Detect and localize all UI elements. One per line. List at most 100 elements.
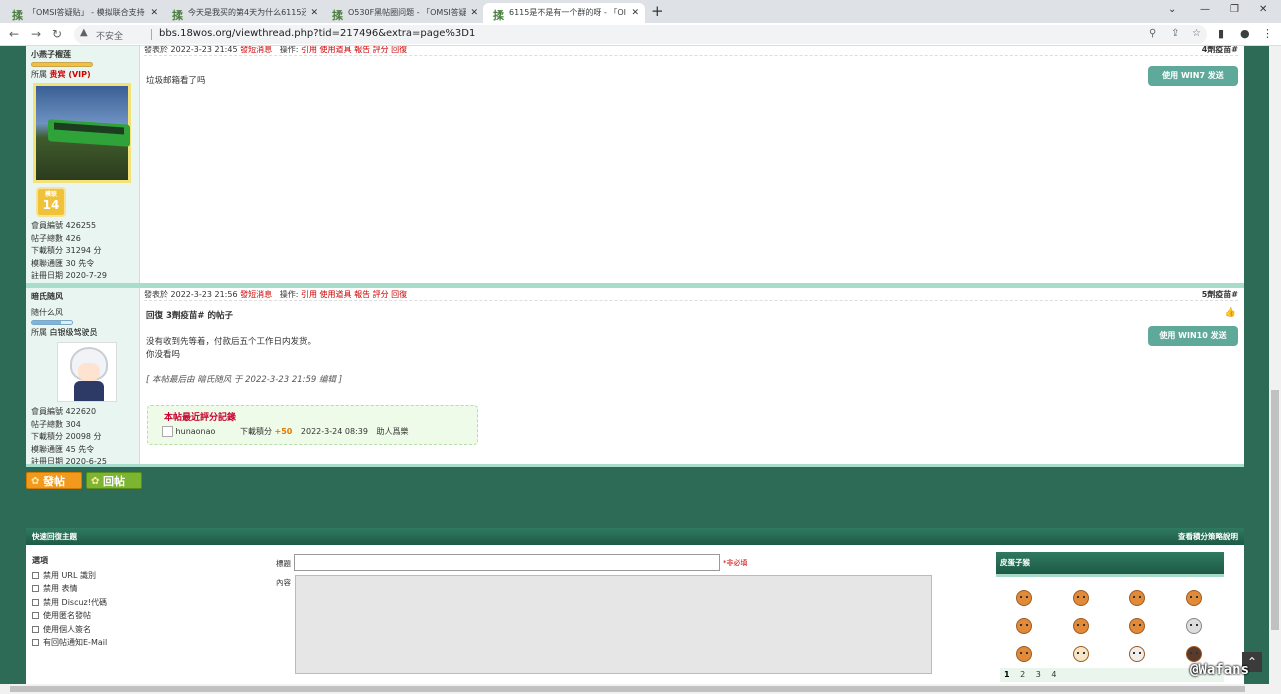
- browser-tab[interactable]: 揉「OMSI答疑贴」 - 模拟联合支持 ✕: [2, 3, 164, 23]
- zoom-icon[interactable]: ⚲: [1149, 28, 1156, 39]
- subject-input[interactable]: [294, 554, 720, 571]
- smiley-icon[interactable]: [1016, 646, 1032, 662]
- options-list: 選項 禁用 URL 識別 禁用 表情 禁用 Discuz!代碼 使用匿名發帖 使…: [32, 554, 107, 650]
- floor-number[interactable]: 4劑疫苗#: [1202, 46, 1238, 55]
- quick-reply-box: 快速回復主題 查看積分策略說明 選項 禁用 URL 識別 禁用 表情 禁用 Dis…: [26, 528, 1244, 684]
- back-icon[interactable]: ←: [9, 27, 19, 41]
- forward-icon[interactable]: →: [31, 27, 41, 41]
- required-note: *非必填: [723, 559, 748, 567]
- forum-post: 暗氏随风 随什么风 所属 白银级驾驶员 會員編號 422620 帖子總數 304…: [26, 288, 1244, 466]
- forum-post: 小燕子榴莲 所属 贵宾 (VIP) 模联 14 會員編號 426255 帖子總數 …: [26, 46, 1244, 283]
- credit-bar: [31, 62, 93, 67]
- post-body: 發表於 2022-3-23 21:45 發短消息 操作: 引用 使用道具 報告 …: [140, 46, 1244, 283]
- site-favicon-icon: 揉: [493, 9, 504, 22]
- post-meta: 發表於 2022-3-23 21:56 發短消息 操作: 引用 使用道具 報告 …: [144, 289, 1238, 301]
- reload-icon[interactable]: ↻: [52, 27, 62, 41]
- smiley-icon[interactable]: [1186, 646, 1202, 662]
- close-tab-icon[interactable]: ✕: [150, 3, 158, 23]
- credit-bar: [31, 320, 73, 325]
- avatar[interactable]: [33, 83, 131, 183]
- send-win7-button[interactable]: 使用 WIN7 发送: [1148, 66, 1238, 86]
- post-text: 没有收到先等着，付款后五个工作日内发货。: [146, 337, 317, 347]
- quick-reply-header: 快速回復主題 查看積分策略說明: [26, 528, 1244, 545]
- side-panel-icon[interactable]: ▮: [1218, 27, 1224, 40]
- bookmark-star-icon[interactable]: ☆: [1192, 28, 1201, 39]
- author-name[interactable]: 小燕子榴莲: [31, 49, 134, 60]
- browser-tab[interactable]: 揉今天是我买的第4天为什么6115还 ✕: [162, 3, 324, 23]
- share-icon[interactable]: ⇪: [1171, 28, 1179, 39]
- download-credits: 31294 分: [65, 246, 102, 255]
- rating-log: 本帖最近評分記錄 hunaonao 下載積分 +50 2022-3-24 08:…: [147, 405, 478, 445]
- insecure-label[interactable]: 不安全: [96, 29, 123, 42]
- vertical-scrollbar[interactable]: [1269, 46, 1281, 684]
- new-tab-button[interactable]: +: [651, 2, 664, 20]
- author-signature: 随什么风: [31, 308, 63, 317]
- avatar[interactable]: [57, 342, 117, 402]
- author-group: 所属 白银级驾驶员: [31, 328, 98, 337]
- close-tab-icon[interactable]: ✕: [310, 3, 318, 23]
- address-bar[interactable]: ▲ 不安全 bbs.18wos.org/viewthread.php?tid=2…: [74, 25, 1207, 44]
- option-checkbox[interactable]: 有回帖通知E-Mail: [32, 636, 107, 650]
- level-badge: 模联 14: [36, 187, 66, 217]
- author-name[interactable]: 暗氏随风: [31, 291, 134, 302]
- member-id: 422620: [65, 407, 97, 416]
- edit-note: [ 本帖最后由 暗氏随风 于 2022-3-23 21:59 编辑 ]: [146, 375, 343, 385]
- pm-link[interactable]: 發短消息: [240, 46, 272, 54]
- author-panel: 小燕子榴莲 所属 贵宾 (VIP) 模联 14 會員編號 426255 帖子總數 …: [26, 46, 140, 283]
- smiley-icon[interactable]: [1016, 590, 1032, 606]
- post-body: 發表於 2022-3-23 21:56 發短消息 操作: 引用 使用道具 報告 …: [140, 288, 1244, 464]
- smiley-icon[interactable]: [1186, 618, 1202, 634]
- content-textarea[interactable]: [295, 575, 932, 674]
- post-meta: 發表於 2022-3-23 21:45 發短消息 操作: 引用 使用道具 報告 …: [144, 46, 1238, 56]
- author-panel: 暗氏随风 随什么风 所属 白银级驾驶员 會員編號 422620 帖子總數 304…: [26, 288, 140, 466]
- browser-tab[interactable]: 揉 O530F黑帖圈问题 - 「OMSI答疑 ✕: [322, 3, 484, 23]
- minimize-icon[interactable]: —: [1200, 4, 1210, 15]
- close-tab-icon[interactable]: ✕: [470, 3, 478, 23]
- credit-policy-link[interactable]: 查看積分策略說明: [1178, 528, 1238, 545]
- browser-tab-strip: 揉「OMSI答疑贴」 - 模拟联合支持 ✕ 揉今天是我买的第4天为什么6115还 ✕…: [0, 0, 1281, 23]
- close-tab-icon[interactable]: ✕: [631, 3, 639, 23]
- rating-row: hunaonao 下載積分 +50 2022-3-24 08:39 助人爲樂: [162, 426, 408, 437]
- author-group: 所属 贵宾 (VIP): [31, 70, 91, 79]
- rater-avatar-icon: [162, 426, 173, 437]
- smiley-icon[interactable]: [1129, 590, 1145, 606]
- smiley-icon[interactable]: [1129, 618, 1145, 634]
- rating-title: 本帖最近評分記錄: [164, 413, 237, 423]
- address-toolbar: ← → ↻ ▲ 不安全 bbs.18wos.org/viewthread.php…: [0, 23, 1281, 46]
- rater-name[interactable]: hunaonao: [176, 427, 216, 436]
- smiley-icon[interactable]: [1073, 646, 1089, 662]
- bus-image: [48, 119, 130, 147]
- member-id: 426255: [65, 221, 97, 230]
- option-checkbox[interactable]: 禁用 Discuz!代碼: [32, 596, 107, 610]
- floor-number[interactable]: 5劑疫苗#: [1202, 289, 1238, 300]
- post-operations[interactable]: 引用 使用道具 報告 評分 回復: [301, 290, 407, 299]
- tab-search-icon[interactable]: ⌄: [1168, 4, 1176, 15]
- option-checkbox[interactable]: 使用匿名發帖: [32, 609, 107, 623]
- close-window-icon[interactable]: ✕: [1259, 4, 1267, 15]
- warning-icon[interactable]: ▲: [80, 27, 88, 38]
- smiley-icon[interactable]: [1129, 646, 1145, 662]
- url-text[interactable]: bbs.18wos.org/viewthread.php?tid=217496&…: [159, 28, 475, 39]
- browser-tab-active[interactable]: 揉 6115是不是有一个群的呀 - 「OI ✕: [483, 3, 645, 23]
- restore-icon[interactable]: ❐: [1230, 4, 1239, 15]
- reply-button[interactable]: 回帖: [86, 472, 142, 490]
- option-checkbox[interactable]: 禁用 URL 識別: [32, 569, 107, 583]
- option-checkbox[interactable]: 使用個人簽名: [32, 623, 107, 637]
- smiley-icon[interactable]: [1073, 590, 1089, 606]
- pm-link[interactable]: 發短消息: [240, 290, 272, 299]
- smiley-icon[interactable]: [1073, 618, 1089, 634]
- send-win10-button[interactable]: 使用 WIN10 发送: [1148, 326, 1238, 346]
- rating-value: +50: [274, 427, 293, 436]
- option-checkbox[interactable]: 禁用 表情: [32, 582, 107, 596]
- horizontal-scrollbar[interactable]: [0, 684, 1281, 694]
- new-post-button[interactable]: 發帖: [26, 472, 82, 490]
- smiley-icon[interactable]: [1016, 618, 1032, 634]
- menu-icon[interactable]: ⋮: [1262, 27, 1273, 40]
- post-operations[interactable]: 引用 使用道具 報告 評分 回復: [301, 46, 407, 54]
- currency: 30 先令: [65, 258, 95, 268]
- thumbs-up-icon[interactable]: 👍: [1225, 308, 1236, 318]
- currency: 45 先令: [65, 444, 95, 454]
- profile-icon[interactable]: ●: [1240, 27, 1250, 40]
- download-credits: 20098 分: [65, 432, 102, 441]
- smiley-icon[interactable]: [1186, 590, 1202, 606]
